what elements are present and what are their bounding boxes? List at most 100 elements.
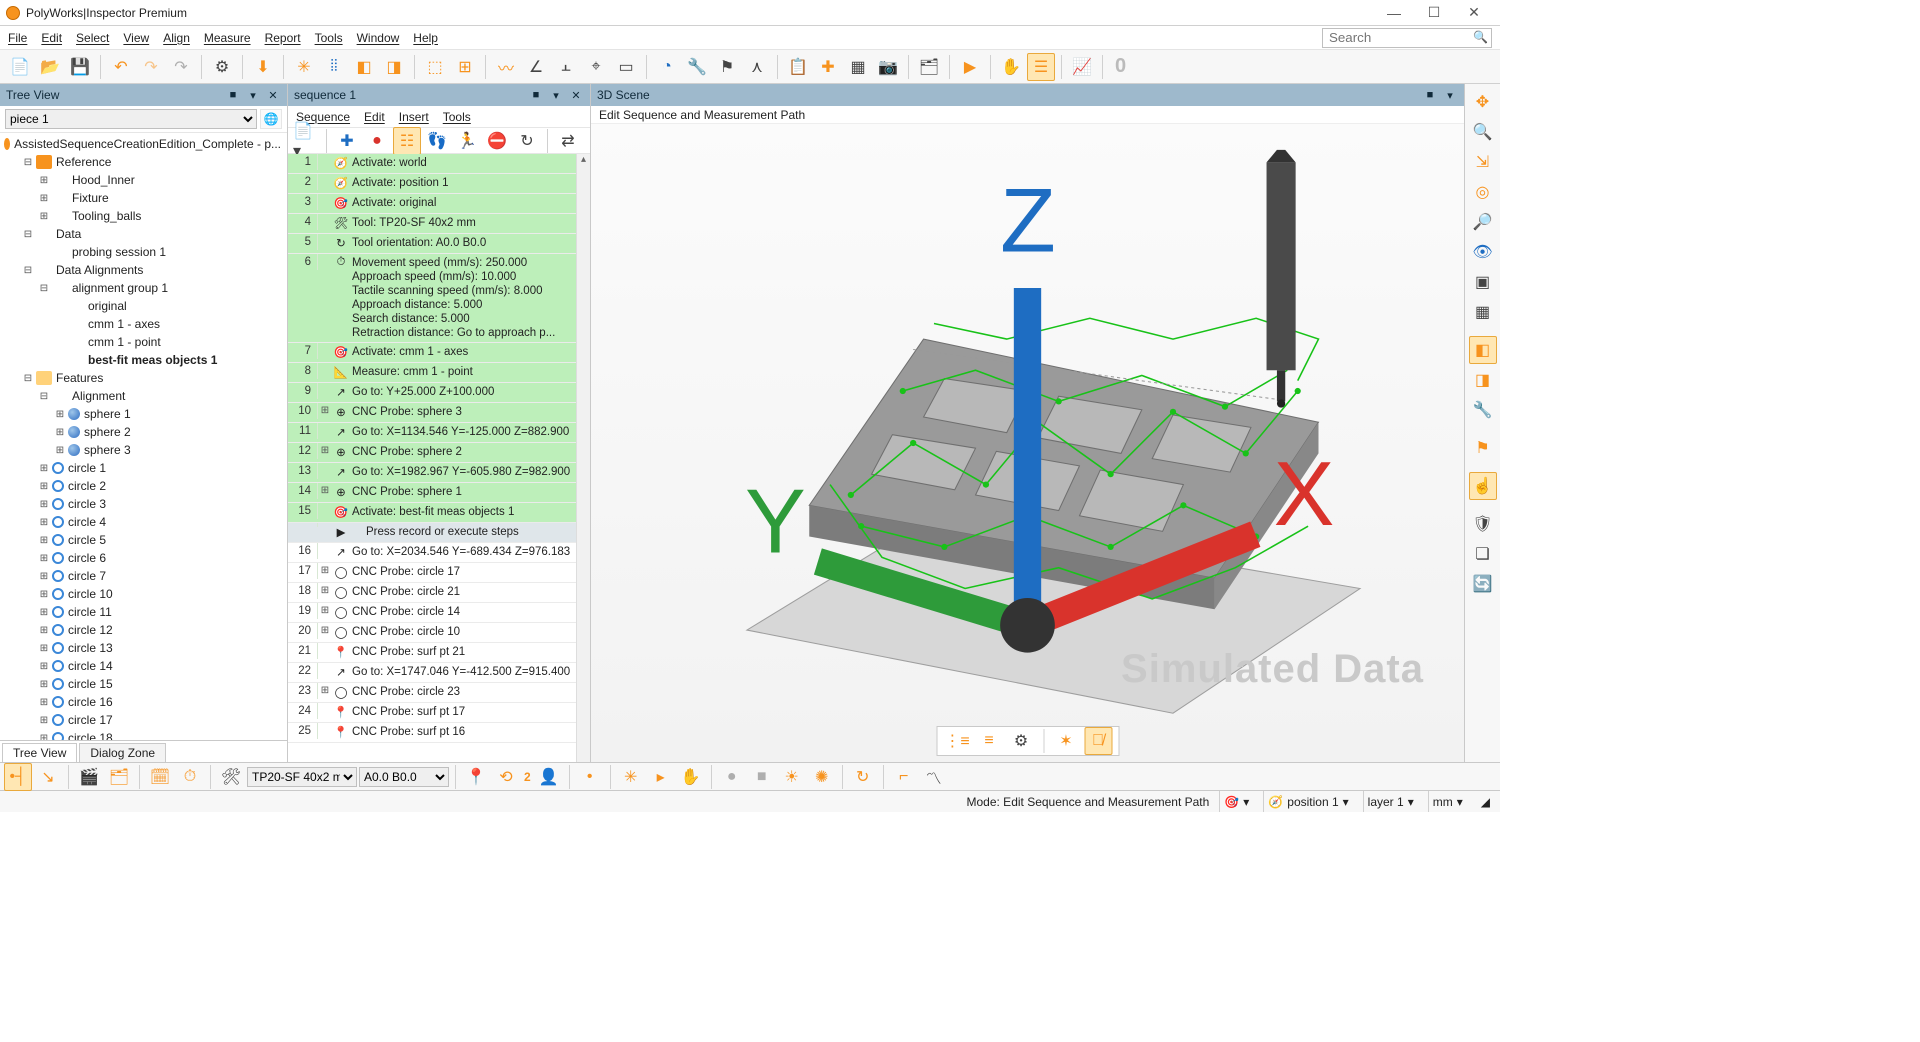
panel-dropdown-icon[interactable]: ▾ [245,89,261,102]
tree-node[interactable]: ⊞ circle 6 [0,549,287,567]
seq-new-icon[interactable]: 📄▾ [292,127,320,155]
tree-toggle-icon[interactable]: ⊞ [38,517,50,528]
ftb-list2-icon[interactable]: ≡ [975,727,1003,755]
ftb-eye-off-icon[interactable]: 👁̸ [1084,727,1112,755]
seq-step-row[interactable]: 4 🛠 Tool: TP20-SF 40x2 mm ▾ [288,214,590,234]
tree-toggle-icon[interactable]: ⊞ [38,661,50,672]
bt-probe-icon[interactable]: •┤ [4,763,32,791]
tree-node[interactable]: ⊞ circle 16 [0,693,287,711]
tree-toggle-icon[interactable]: ⊞ [54,445,66,456]
rt-slice-icon[interactable]: ◨ [1469,366,1497,394]
tab-tree-view[interactable]: Tree View [2,743,77,762]
ftb-spark-icon[interactable]: ✶ [1052,727,1080,755]
bt-timer-icon[interactable]: ⏱ [176,763,204,791]
seq-loop-icon[interactable]: ↻ [513,127,541,155]
seq-steps-icon[interactable]: 👣 [423,127,451,155]
seq-step-row[interactable]: 18 ⊞ ◯ CNC Probe: circle 21 ▾ [288,583,590,603]
seq-message-row[interactable]: ▶Press record or execute steps [288,523,590,543]
tree-node[interactable]: ⊞ circle 2 [0,477,287,495]
seq-expand-icon[interactable] [318,723,332,725]
tree-node[interactable]: ⊞ circle 3 [0,495,287,513]
tree-node[interactable]: ⊟ Data [0,225,287,243]
menu-window[interactable]: Window [357,31,400,45]
seq-path-icon[interactable]: ☷ [393,127,421,155]
seq-expand-icon[interactable] [318,423,332,425]
seq-expand-icon[interactable] [318,214,332,216]
status-layer[interactable]: layer 1▾ [1363,791,1418,812]
tree-toggle-icon[interactable]: ⊞ [38,607,50,618]
tree-toggle-icon[interactable]: ⊞ [38,175,50,186]
seq-step-row[interactable]: 25 📍 CNC Probe: surf pt 16 ▾ [288,723,590,743]
gauge-icon[interactable]: ◔ [653,53,681,81]
undo-icon[interactable]: ↶ [107,53,135,81]
save-icon[interactable]: 💾 [66,53,94,81]
layers-icon[interactable]: 🗂 [915,53,943,81]
tree-node[interactable]: ⊞ circle 15 [0,675,287,693]
binary-icon[interactable]: ⦙⦙ [320,53,348,81]
menu-measure[interactable]: Measure [204,31,251,45]
seq-step-row[interactable]: 20 ⊞ ◯ CNC Probe: circle 10 ▾ [288,623,590,643]
tree-node[interactable]: ⊞ circle 14 [0,657,287,675]
status-resize-icon[interactable]: ◢ [1477,791,1494,812]
rt-target-icon[interactable]: ◎ [1469,178,1497,206]
tree-toggle-icon[interactable]: ⊞ [38,643,50,654]
seq-scrollbar[interactable]: ▴ [576,154,590,762]
tree-toggle-icon[interactable]: ⊞ [54,427,66,438]
tree-node[interactable]: ⊞ Hood_Inner [0,171,287,189]
seq-step-row[interactable]: 14 ⊞ ⊕ CNC Probe: sphere 1 ▾ [288,483,590,503]
bt-link-icon[interactable]: ⟲ [492,763,520,791]
tree-node[interactable]: ⊞ sphere 2 [0,423,287,441]
import-icon[interactable]: ⬇ [249,53,277,81]
bt-hand-icon[interactable]: ✋ [677,763,705,791]
bt-folder-icon[interactable]: 🗂 [105,763,133,791]
chart-icon[interactable]: 📈 [1068,53,1096,81]
cube-icon[interactable]: ◧ [350,53,378,81]
box-pts-icon[interactable]: ⊞ [451,53,479,81]
menu-align[interactable]: Align [163,31,190,45]
seq-expand-icon[interactable] [318,234,332,236]
tree-body[interactable]: AssistedSequenceCreationEdition_Complete… [0,133,287,740]
search-input[interactable] [1322,28,1492,48]
maximize-button[interactable]: ☐ [1414,4,1454,21]
tree-toggle-icon[interactable]: ⊞ [38,463,50,474]
seq-list-icon[interactable]: ☰ [1027,53,1055,81]
seq-expand-icon[interactable] [318,194,332,196]
tree-node[interactable]: ⊞ circle 4 [0,513,287,531]
seq-expand-icon[interactable]: ⊞ [318,603,332,616]
seq-menu-insert[interactable]: Insert [399,110,429,124]
bt-arrow-icon[interactable]: ↘ [34,763,62,791]
seq-step-row[interactable]: 22 ↗ Go to: X=1747.046 Y=-412.500 Z=915.… [288,663,590,683]
tree-toggle-icon[interactable]: ⊞ [38,625,50,636]
bt-tool-icon[interactable]: 🛠 [217,763,245,791]
wave-icon[interactable]: 〰 [492,53,520,81]
gdtol-icon[interactable]: ⌖ [582,53,610,81]
seq-expand-icon[interactable]: ⊞ [318,683,332,696]
flag-icon[interactable]: ⚑ [713,53,741,81]
tree-toggle-icon[interactable]: ⊞ [38,589,50,600]
tree-toggle-icon[interactable]: ⊟ [22,265,34,276]
tree-toggle-icon[interactable]: ⊞ [38,499,50,510]
cube2-icon[interactable]: ◨ [380,53,408,81]
tree-node[interactable]: ⊞ sphere 1 [0,405,287,423]
tree-node[interactable]: ⊞ circle 13 [0,639,287,657]
seq-expand-icon[interactable] [318,254,332,256]
tree-toggle-icon[interactable]: ⊟ [22,157,34,168]
rt-zoomfit-icon[interactable]: 🔎 [1469,208,1497,236]
ftb-list-icon[interactable]: ⋮≡ [943,727,971,755]
seq-step-row[interactable]: 17 ⊞ ◯ CNC Probe: circle 17 ▾ [288,563,590,583]
bt-wand-icon[interactable]: ✳ [617,763,645,791]
seq-step-row[interactable]: 12 ⊞ ⊕ CNC Probe: sphere 2 ▾ [288,443,590,463]
rt-cube-icon[interactable]: ◧ [1469,336,1497,364]
addnote-icon[interactable]: ✚ [814,53,842,81]
status-pos[interactable]: 🧭position 1▾ [1263,791,1352,812]
bt-tool-select[interactable]: TP20-SF 40x2 mm [247,767,357,787]
bt-pin-icon[interactable]: 📍 [462,763,490,791]
tree-toggle-icon[interactable]: ⊞ [38,715,50,726]
seq-step-row[interactable]: 5 ↻ Tool orientation: A0.0 B0.0 ▾ [288,234,590,254]
bt-burst-icon[interactable]: ✺ [808,763,836,791]
ftb-gear-icon[interactable]: ⚙ [1007,727,1035,755]
spark-icon[interactable]: ✳ [290,53,318,81]
seq-expand-icon[interactable] [318,463,332,465]
seq-expand-icon[interactable]: ⊞ [318,583,332,596]
seq-add-icon[interactable]: ✚ [333,127,361,155]
